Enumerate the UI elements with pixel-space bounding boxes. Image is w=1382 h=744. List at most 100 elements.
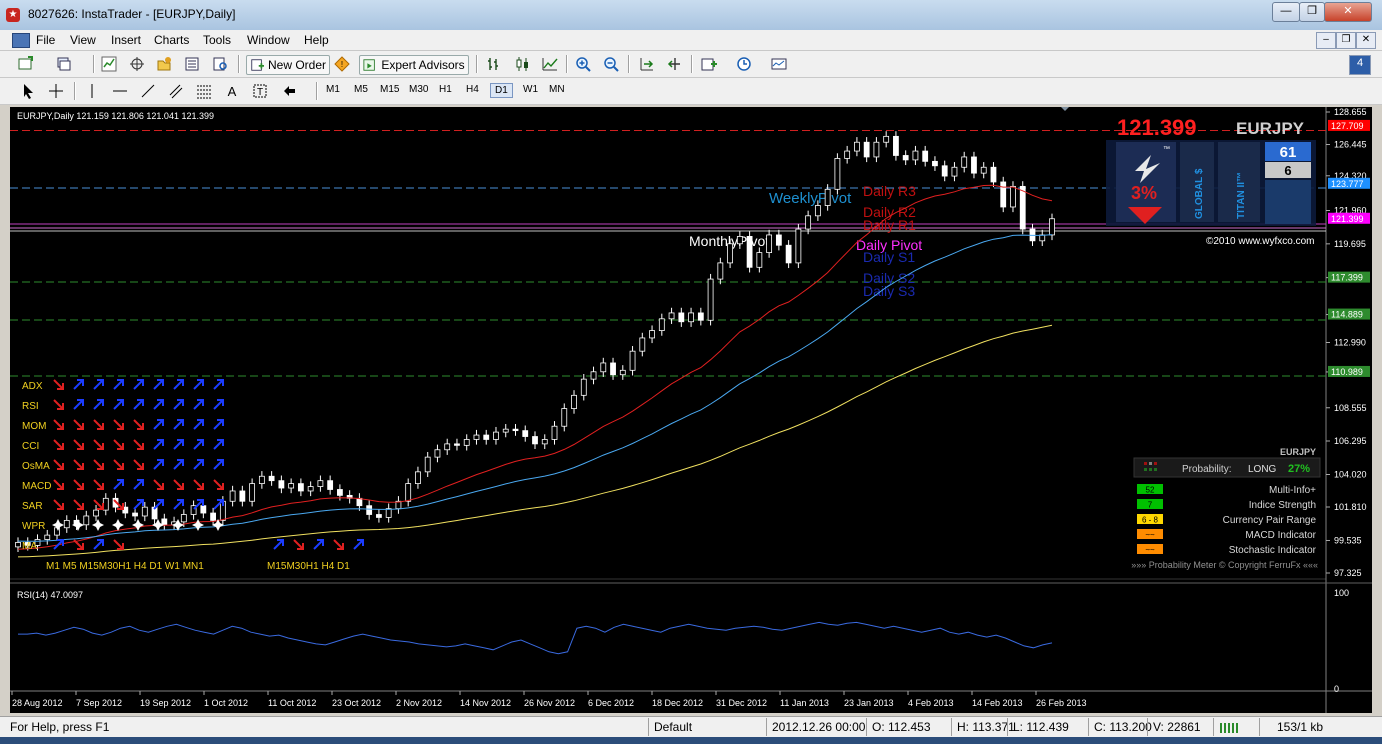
price-tag-label: 123.777 [1331,179,1364,189]
candle-body [473,434,480,440]
menu-file[interactable]: File [36,33,55,47]
timeframe-m1[interactable]: M1 [322,83,344,96]
arrow-up-icon [73,399,84,410]
expert-advisors-button[interactable]: Expert Advisors [359,55,469,75]
arrow-down-icon [213,479,224,490]
window-title: 8027626: InstaTrader - [EURJPY,Daily] [28,7,236,21]
candle-body [141,506,148,517]
menu-insert[interactable]: Insert [111,33,141,47]
metaeditor-icon[interactable]: ! [334,56,350,72]
maximize-button[interactable]: ❐ [1299,2,1325,22]
prob-direction: LONG [1248,464,1277,475]
price-chart[interactable]: EURJPY,Daily 121.159 121.806 121.041 121… [10,107,1372,713]
date-tick-label: 11 Oct 2012 [268,698,316,708]
arrow-down-icon [53,499,64,510]
mdi-minimize-button[interactable]: – [1316,32,1336,49]
cursor-icon[interactable] [20,83,36,99]
timeframe-w1[interactable]: W1 [519,83,542,96]
arrow-down-icon [113,539,124,550]
arrow-up-icon [313,539,324,550]
auto-scroll-icon[interactable] [638,56,654,72]
candle-body [356,497,363,507]
candle-body [854,141,860,152]
arrow-up-icon [153,499,164,510]
menu-charts[interactable]: Charts [154,33,189,47]
timeframe-d1[interactable]: D1 [490,83,513,98]
arrow-up-icon [113,379,124,390]
candle-body [717,262,724,280]
mdi-restore-button[interactable]: ❐ [1336,32,1356,49]
candle-body [288,483,295,489]
horizontal-line-icon[interactable] [112,83,128,99]
menu-view[interactable]: View [70,33,96,47]
timeframe-mn[interactable]: MN [545,83,569,96]
price-tag-label: 121.399 [1331,214,1364,224]
date-tick-label: 14 Nov 2012 [460,698,511,708]
price-tick-label: 101.810 [1334,502,1367,512]
arrow-down-icon [53,439,64,450]
zoom-out-icon[interactable] [603,56,619,72]
navigator-icon[interactable] [156,56,172,72]
candle-body [102,497,109,511]
star-icon [52,519,64,531]
indicator-timeframes-left: M1 M5 M15M30H1 H4 D1 W1 MN1 [46,561,204,572]
minimize-button[interactable]: — [1272,2,1300,22]
arrow-up-icon [193,459,204,470]
vertical-line-icon[interactable] [84,83,100,99]
arrow-down-icon [193,479,204,490]
date-tick-label: 19 Sep 2012 [140,698,191,708]
prob-row-label: Indice Strength [1249,500,1316,511]
candle-body [434,449,441,458]
line-chart-icon[interactable] [542,56,558,72]
arrows-icon[interactable] [282,83,298,99]
templates-icon[interactable] [771,56,787,72]
menu-tools[interactable]: Tools [203,33,231,47]
new-chart-icon[interactable] [18,56,34,72]
symbol-big: EURJPY [1236,119,1305,138]
candlestick-icon[interactable] [514,56,530,72]
notification-count-badge[interactable]: 4 [1349,55,1371,75]
svg-text:A: A [228,84,237,99]
bar-chart-icon[interactable] [486,56,502,72]
terminal-icon[interactable] [184,56,200,72]
menu-help[interactable]: Help [304,33,329,47]
profiles-icon[interactable] [56,56,72,72]
trendline-icon[interactable] [140,83,156,99]
strategy-tester-icon[interactable] [212,56,228,72]
close-button[interactable]: ✕ [1324,2,1372,22]
market-watch-icon[interactable] [101,56,117,72]
chart-shift-icon[interactable] [666,56,682,72]
mdi-close-button[interactable]: ✕ [1356,32,1376,49]
periods-clock-icon[interactable] [736,56,752,72]
price-tag-label: 117.399 [1331,273,1363,283]
data-window-icon[interactable] [129,56,145,72]
prob-row-badge-text: ~~ [1145,531,1155,540]
candle-body [834,158,841,190]
fibonacci-icon[interactable] [196,83,212,99]
menu-window[interactable]: Window [247,33,290,47]
indicators-icon[interactable] [701,56,717,72]
timeframe-m30[interactable]: M30 [405,83,432,96]
equidistant-channel-icon[interactable] [168,83,184,99]
timeframe-m5[interactable]: M5 [350,83,372,96]
timeframe-m15[interactable]: M15 [376,83,403,96]
candle-body [268,475,275,482]
indicator-label: RSI [22,401,39,412]
chart-shift-marker[interactable] [1061,107,1069,111]
chart-window[interactable]: EURJPY,Daily 121.159 121.806 121.041 121… [10,107,1372,713]
zoom-in-icon[interactable] [575,56,591,72]
new-order-icon [251,59,264,71]
price-tag-label: 114.889 [1331,310,1363,320]
arrow-up-icon [213,399,224,410]
candle-body [688,312,694,323]
text-tool-icon[interactable]: A [224,83,240,99]
timeframe-h1[interactable]: H1 [435,83,456,96]
prob-percent: 27% [1288,463,1310,475]
new-order-button[interactable]: New Order [246,55,330,75]
timeframe-h4[interactable]: H4 [462,83,483,96]
probability-meter: EURJPY Probability: LONG 27% 52 Multi-Inf… [1131,447,1321,570]
crosshair-icon[interactable] [48,83,64,99]
candle-body [317,480,324,487]
text-label-icon[interactable]: T [252,83,268,99]
price-tag-label: 127.709 [1331,121,1364,131]
